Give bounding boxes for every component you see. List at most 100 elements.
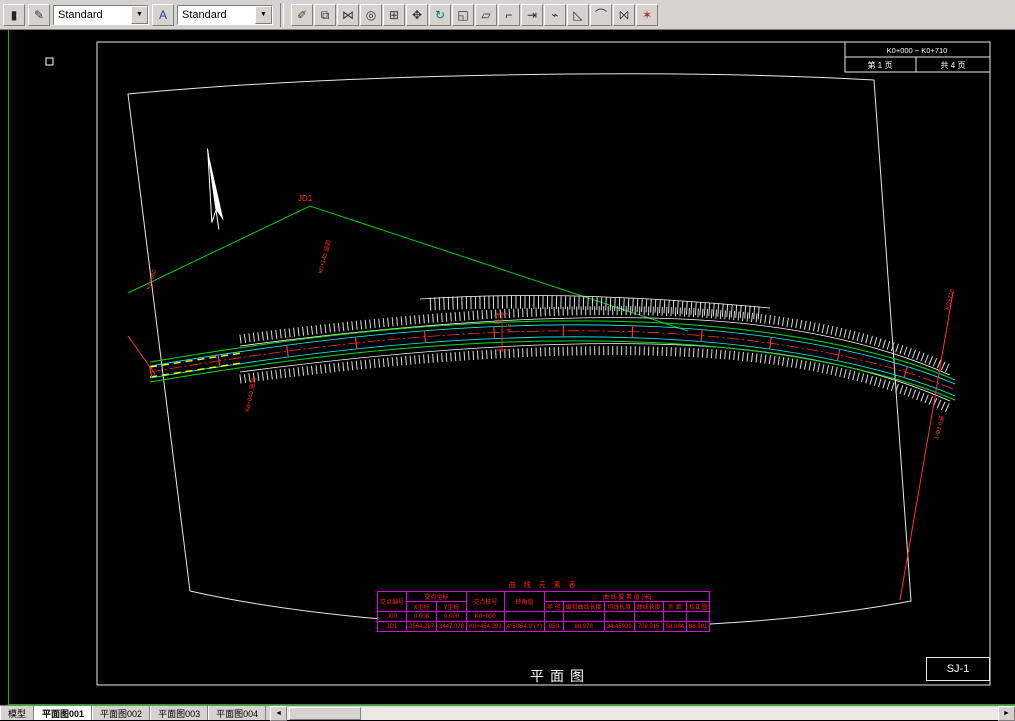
station-range-label: K0+000 ~ K0+710 — [887, 46, 948, 55]
cell — [633, 611, 664, 622]
rotate-button[interactable]: ↻ — [429, 3, 451, 26]
scroll-right-button[interactable]: ► — [998, 705, 1015, 721]
annotation-11.5[interactable]: 11.5 — [495, 313, 501, 325]
trim-icon: ⌐ — [505, 7, 513, 22]
chevron-down-icon[interactable]: ▼ — [131, 5, 148, 24]
lane-line-cyan-bottom[interactable] — [149, 336, 956, 397]
explode-button[interactable]: ✶ — [636, 3, 658, 26]
cell: JD1 — [376, 621, 408, 632]
cell — [562, 611, 605, 622]
fillet-button[interactable]: ⌒ — [590, 3, 612, 26]
join-button[interactable]: ⨝ — [613, 3, 635, 26]
cell — [503, 611, 545, 622]
style-combo-1[interactable]: Standard ▼ — [53, 4, 149, 25]
table-row: JD1 2564.287 3447.078 K0+454.293 4°50′54… — [376, 621, 711, 632]
match-line-right[interactable] — [899, 291, 954, 601]
stretch-icon: ▱ — [481, 7, 491, 22]
cell: 0.000 — [436, 611, 468, 622]
array-button[interactable]: ⊞ — [383, 3, 405, 26]
extend-icon: ⇥ — [526, 7, 538, 22]
cell: K0+000 — [466, 611, 505, 622]
embankment-outline[interactable] — [419, 295, 771, 309]
pavement-edge-green-bottom[interactable] — [149, 340, 956, 401]
cell: 交点桩号 — [466, 591, 505, 612]
match-line-left[interactable] — [127, 335, 156, 375]
stretch-button[interactable]: ▱ — [475, 3, 497, 26]
cell: 4°50′54.9″(Y) — [503, 621, 545, 632]
cell: Y坐标 — [436, 601, 468, 612]
annotation-JD1[interactable]: JD1 — [298, 194, 313, 203]
tab-模型[interactable]: 模型 — [0, 706, 35, 720]
style-combo-1-value: Standard — [58, 8, 103, 21]
annotation-4.5[interactable]: 4.5 — [507, 323, 513, 332]
cell: 0.008 — [406, 611, 438, 622]
table-row: J00 0.008 0.000 K0+000 — [376, 611, 711, 622]
top-toolbar: ▮ ✎ Standard ▼ A Standard ▼ ✐ ⧉ ⋈ ◎ ⊞ ✥ ↻ ◱ ▱ ⌐ ⇥ ⌁… — [0, 0, 1015, 30]
annotation-K0+710[interactable]: K0+710 — [945, 288, 956, 310]
drawing-canvas[interactable]: K0+000 ~ K0+710 第 1 页 共 4 页 JD1 K0+060 K… — [0, 30, 1015, 705]
cell: 切线长度 — [603, 601, 635, 612]
cell — [603, 611, 635, 622]
cell: 58.884 — [662, 621, 688, 632]
tab-平面图001[interactable]: 平面图001 — [34, 706, 93, 720]
sheet-number: SJ-1 — [946, 663, 970, 675]
scale-button[interactable]: ◱ — [452, 3, 474, 26]
layer-swatch-button[interactable]: ▮ — [3, 3, 25, 26]
north-arrow-icon[interactable] — [201, 148, 224, 231]
scroll-thumb[interactable] — [289, 706, 362, 720]
cell: 708.915 — [633, 621, 664, 632]
trim-button[interactable]: ⌐ — [498, 3, 520, 26]
fillet-icon: ⌒ — [594, 7, 607, 22]
cell — [543, 611, 564, 622]
annotation-1-Φ1.0涵[interactable]: 1-Φ1.0涵 — [932, 415, 946, 441]
cell: 交点编号 — [376, 591, 408, 612]
copy-icon: ⧉ — [320, 7, 330, 22]
chevron-down-icon[interactable]: ▼ — [255, 5, 272, 24]
annotation-K0+140 涵洞[interactable]: K0+140 涵洞 — [316, 239, 333, 274]
bottom-bar: 模型 平面图001 平面图002 平面图003 平面图004 ◄ ► — [0, 705, 1015, 721]
mirror-button[interactable]: ⋈ — [337, 3, 359, 26]
move-button[interactable]: ✥ — [406, 3, 428, 26]
scroll-left-button[interactable]: ◄ — [270, 705, 288, 721]
cell: 曲线长度 — [633, 601, 664, 612]
text-style-button[interactable]: A — [152, 3, 174, 26]
move-icon: ✥ — [411, 7, 423, 22]
cell: 半 径 — [543, 601, 564, 612]
pencil-button[interactable]: ✎ — [28, 3, 50, 26]
annotation-layer: JD1K0+060K0+140 涵洞11.54.5K0+040 涵洞K0+710… — [146, 194, 956, 441]
copy-button[interactable]: ⧉ — [314, 3, 336, 26]
tab-平面图003[interactable]: 平面图003 — [150, 706, 209, 720]
chamfer-button[interactable]: ◺ — [567, 3, 589, 26]
mirror-icon: ⋈ — [342, 7, 354, 22]
cell: 88.978 — [562, 621, 605, 632]
curve-element-table[interactable]: 曲 线 元 素 表 交点编号 交点坐标 交点桩号 转角值 曲 线 要 素 值 (… — [376, 580, 711, 632]
cell — [686, 611, 711, 622]
cell: 转角值 — [503, 591, 545, 612]
extend-button[interactable]: ⇥ — [521, 3, 543, 26]
rotate-icon: ↻ — [434, 7, 446, 22]
grip-square[interactable] — [45, 57, 54, 66]
erase-icon: ✐ — [296, 7, 308, 22]
cell: 缓和曲线长度 — [562, 601, 605, 612]
break-button[interactable]: ⌁ — [544, 3, 566, 26]
layer-swatch-icon: ▮ — [10, 7, 18, 22]
curve-table-title: 曲 线 元 素 表 — [508, 582, 579, 589]
pavement-edge-green-top[interactable] — [149, 320, 956, 381]
scroll-track[interactable] — [287, 706, 998, 720]
offset-icon: ◎ — [365, 7, 377, 22]
tab-平面图002[interactable]: 平面图002 — [92, 706, 151, 720]
cell: 34.45939 — [603, 621, 635, 632]
cell: 交点坐标 — [406, 591, 468, 602]
erase-button[interactable]: ✐ — [291, 3, 313, 26]
style-combo-2[interactable]: Standard ▼ — [177, 4, 273, 25]
offset-button[interactable]: ◎ — [360, 3, 382, 26]
cell: 2564.287 — [406, 621, 438, 632]
tab-平面图004[interactable]: 平面图004 — [208, 706, 267, 720]
sheet-number-box: SJ-1 — [926, 657, 990, 681]
layout-tabs: 模型 平面图001 平面图002 平面图003 平面图004 — [0, 706, 267, 720]
h-scrollbar[interactable]: ◄ ► — [270, 705, 1015, 721]
pencil-icon: ✎ — [33, 7, 45, 22]
cell: 校正值 — [686, 601, 711, 612]
explode-icon: ✶ — [641, 7, 653, 22]
array-icon: ⊞ — [388, 7, 400, 22]
